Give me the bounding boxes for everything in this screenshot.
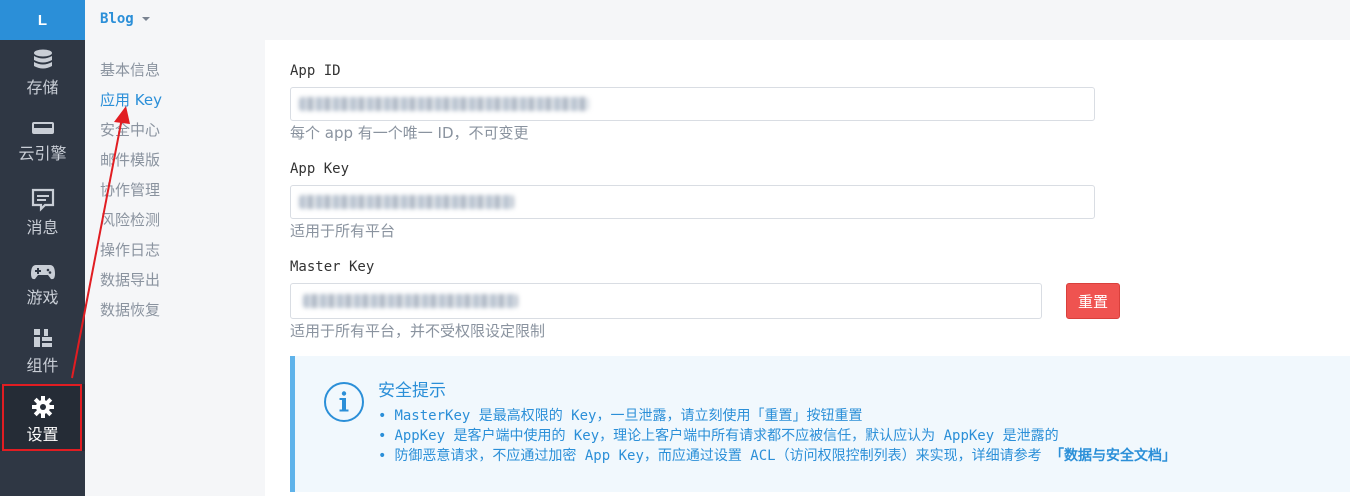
highlight-box bbox=[2, 384, 82, 451]
chevron-down-icon bbox=[141, 17, 150, 21]
notice-title: 安全提示 bbox=[378, 381, 446, 401]
notice-item: MasterKey 是最高权限的 Key，一旦泄露，请立刻使用「重置」按钮重置 bbox=[378, 406, 1176, 426]
subnav-item-risk-detection[interactable]: 风险检测 bbox=[100, 209, 160, 230]
app-key-field[interactable] bbox=[290, 185, 1095, 219]
app-logo[interactable]: L bbox=[0, 0, 85, 40]
top-bar: Blog bbox=[85, 0, 1350, 40]
notice-item-text: 防御恶意请求，不应通过加密 App Key，而应通过设置 ACL（访问权限控制列… bbox=[394, 448, 1051, 464]
app-id-field[interactable] bbox=[290, 87, 1095, 121]
rail-item-label: 组件 bbox=[26, 356, 59, 375]
masked-value bbox=[299, 97, 589, 111]
rail-item-message[interactable]: 消息 bbox=[0, 188, 85, 248]
master-key-label: Master Key bbox=[290, 259, 375, 275]
rail-item-label: 存储 bbox=[26, 78, 59, 97]
rail-item-label: 云引擎 bbox=[18, 144, 67, 163]
message-icon bbox=[31, 188, 54, 212]
main-content: App ID 每个 app 有一个唯一 ID，不可变更 App Key 适用于所… bbox=[265, 40, 1350, 496]
subnav-item-basic-info[interactable]: 基本信息 bbox=[100, 59, 160, 80]
reset-button[interactable]: 重置 bbox=[1066, 283, 1120, 319]
app-switcher[interactable]: Blog bbox=[100, 11, 150, 27]
app-key-label: App Key bbox=[290, 161, 350, 177]
app-key-help: 适用于所有平台 bbox=[290, 222, 396, 240]
subnav-item-operation-log[interactable]: 操作日志 bbox=[100, 239, 160, 260]
app-name: Blog bbox=[100, 11, 134, 27]
notice-item-text: AppKey 是客户端中使用的 Key，理论上客户端中所有请求都不应被信任，默认… bbox=[394, 428, 1059, 444]
info-icon bbox=[324, 382, 364, 422]
app-id-label: App ID bbox=[290, 63, 341, 79]
rail-item-label: 消息 bbox=[26, 218, 59, 237]
rail-item-components[interactable]: 组件 bbox=[0, 326, 85, 386]
rail-item-game[interactable]: 游戏 bbox=[0, 262, 85, 322]
notice-item-text: MasterKey 是最高权限的 Key，一旦泄露，请立刻使用「重置」按钮重置 bbox=[394, 408, 863, 424]
rail-item-engine[interactable]: 云引擎 bbox=[0, 118, 85, 178]
notice-item: 防御恶意请求，不应通过加密 App Key，而应通过设置 ACL（访问权限控制列… bbox=[378, 446, 1176, 466]
subnav-item-security[interactable]: 安全中心 bbox=[100, 119, 160, 140]
notice-item: AppKey 是客户端中使用的 Key，理论上客户端中所有请求都不应被信任，默认… bbox=[378, 426, 1176, 446]
security-notice: 安全提示 MasterKey 是最高权限的 Key，一旦泄露，请立刻使用「重置」… bbox=[290, 356, 1350, 492]
subnav-item-app-key[interactable]: 应用 Key bbox=[100, 89, 162, 110]
components-icon bbox=[33, 329, 52, 347]
app-id-help: 每个 app 有一个唯一 ID，不可变更 bbox=[290, 124, 529, 142]
masked-value bbox=[303, 294, 518, 308]
security-doc-link[interactable]: 「数据与安全文档」 bbox=[1050, 448, 1176, 464]
rail-item-label: 游戏 bbox=[26, 288, 59, 307]
master-key-help: 适用于所有平台，并不受权限设定限制 bbox=[290, 322, 546, 340]
rail-item-settings[interactable]: 设置 bbox=[0, 384, 85, 451]
subnav-item-collaboration[interactable]: 协作管理 bbox=[100, 179, 160, 200]
server-icon bbox=[31, 122, 54, 134]
settings-subnav: 基本信息 应用 Key 安全中心 邮件模版 协作管理 风险检测 操作日志 数据导… bbox=[85, 40, 265, 496]
database-icon bbox=[33, 49, 52, 69]
gamepad-icon bbox=[30, 265, 55, 280]
app-rail: L 存储 云引擎 消息 游戏 组件 设置 bbox=[0, 0, 85, 496]
subnav-item-data-export[interactable]: 数据导出 bbox=[100, 269, 160, 290]
subnav-item-data-restore[interactable]: 数据恢复 bbox=[100, 299, 160, 320]
masked-value bbox=[299, 195, 514, 209]
subnav-item-email-templates[interactable]: 邮件模版 bbox=[100, 149, 160, 170]
master-key-field[interactable] bbox=[290, 283, 1042, 319]
rail-item-storage[interactable]: 存储 bbox=[0, 48, 85, 108]
notice-list: MasterKey 是最高权限的 Key，一旦泄露，请立刻使用「重置」按钮重置 … bbox=[378, 406, 1176, 466]
master-key-group: 重置 bbox=[290, 283, 1120, 319]
